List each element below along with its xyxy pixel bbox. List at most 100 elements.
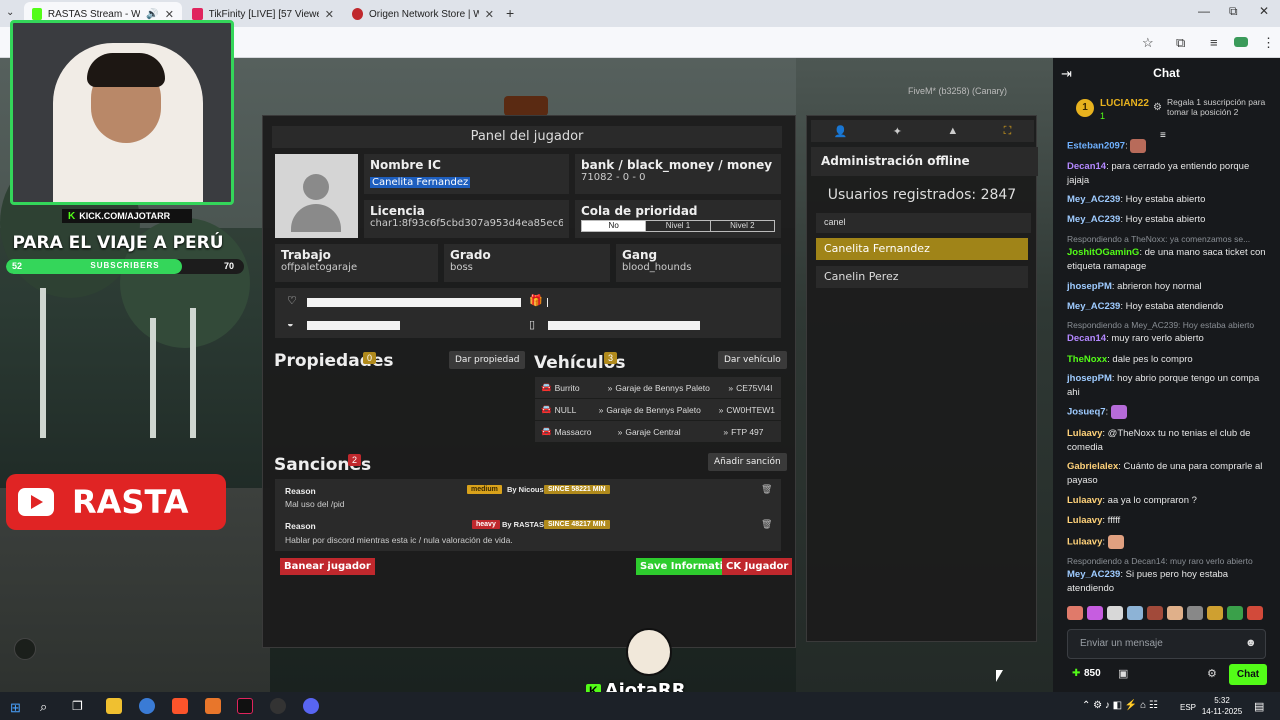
emote-icon[interactable] — [1107, 606, 1123, 620]
emote-icon[interactable] — [1167, 606, 1183, 620]
chat-username[interactable]: Lulaavy — [1067, 428, 1102, 439]
ck-player-button[interactable]: CK Jugador — [722, 558, 793, 575]
emote-icon[interactable] — [1187, 606, 1203, 620]
language-indicator[interactable]: ESP — [1180, 703, 1196, 712]
vehicle-row[interactable]: 🚘 NULL » Garaje de Bennys Paleto » CW0HTEW1 — [535, 399, 781, 420]
ban-player-button[interactable]: Banear jugador — [280, 558, 375, 575]
extensions-icon[interactable]: ⧉ — [1176, 35, 1185, 51]
notifications-icon[interactable]: ▤ — [1254, 700, 1264, 713]
user-search-input[interactable]: canel — [816, 213, 1031, 233]
wand-icon[interactable]: ✦ — [893, 125, 902, 138]
app-a-icon[interactable] — [205, 698, 221, 714]
reading-list-icon[interactable]: ≡ — [1210, 35, 1218, 50]
chat-username[interactable]: Esteban2097 — [1067, 141, 1125, 152]
chat-username[interactable]: Josueq7 — [1067, 407, 1106, 418]
store-icon[interactable]: ▣ — [1118, 667, 1128, 680]
emote-icon[interactable] — [1227, 606, 1243, 620]
chat-username[interactable]: Lulaavy — [1067, 537, 1102, 548]
leaderboard-rank-badge: 1 — [1076, 99, 1094, 117]
gift-sub-promo[interactable]: Regala 1 suscripción para tomar la posic… — [1167, 97, 1271, 117]
admin-tabs: 👤 ✦ ▲ ⛶ — [811, 120, 1034, 142]
close-icon[interactable]: ✕ — [165, 8, 174, 21]
user-row-selected[interactable]: Canelita Fernandez — [816, 238, 1028, 260]
add-sancion-button[interactable]: Añadir sanción — [708, 453, 787, 471]
menu-icon[interactable]: ⋮ — [1262, 35, 1275, 51]
profile-icon[interactable] — [1234, 37, 1248, 47]
emoji-picker-icon[interactable]: ☻ — [1245, 637, 1257, 649]
chat-username[interactable]: Mey_AC239 — [1067, 569, 1120, 580]
task-view-icon[interactable]: ❐ — [72, 699, 83, 713]
dar-vehiculo-button[interactable]: Dar vehículo — [718, 351, 787, 369]
thirst-bar — [548, 321, 700, 330]
emote-icon[interactable] — [1247, 606, 1263, 620]
warning-icon[interactable]: ▲ — [947, 125, 958, 137]
chat-username[interactable]: Lulaavy — [1067, 495, 1102, 506]
minimize-button[interactable]: — — [1198, 4, 1210, 18]
chat-message: Decan14: para cerrado ya entiendo porque… — [1067, 160, 1267, 187]
chat-username[interactable]: TheNoxx — [1067, 354, 1107, 365]
emote-icon[interactable] — [1067, 606, 1083, 620]
new-tab-button[interactable]: + — [506, 5, 514, 21]
file-explorer-icon[interactable] — [106, 698, 122, 714]
priority-option-nivel1[interactable]: Nivel 1 — [645, 221, 710, 231]
bookmark-star-icon[interactable]: ☆ — [1142, 35, 1154, 51]
tray-icons[interactable]: ⌃ ⚙ ♪ ◧ ⚡ ⌂ ☷ — [1082, 700, 1158, 711]
scan-icon[interactable]: ⛶ — [1004, 125, 1012, 138]
nombre-value[interactable]: Canelita Fernandez — [370, 177, 471, 188]
tab-origen-store[interactable]: Origen Network Store | Welcom ✕ — [344, 2, 502, 26]
chat-username[interactable]: Decan14 — [1067, 161, 1106, 172]
severity-tag-medium: medium — [467, 485, 502, 494]
clock[interactable]: 5:32 14-11-2025 — [1200, 695, 1244, 717]
chevrons-icon: » — [728, 382, 734, 393]
sanction-author: By RASTAS — [502, 520, 544, 529]
emote-icon[interactable] — [1147, 606, 1163, 620]
money-card: bank / black_money / money 71082 - 0 - 0 — [575, 154, 781, 194]
send-chat-button[interactable]: Chat — [1229, 664, 1267, 685]
trash-icon[interactable]: 🗑 — [761, 519, 772, 530]
chat-text: Hoy estaba abierto — [1125, 214, 1206, 225]
vehicle-row[interactable]: 🚘 Massacro » Garaje Central » FTP 497 — [535, 421, 781, 442]
chat-username[interactable]: jhosepPM — [1067, 373, 1112, 384]
discord-icon[interactable] — [303, 698, 319, 714]
chat-input[interactable]: Enviar un mensaje — [1067, 629, 1266, 659]
chat-message: Gabrielalex: Cuánto de una para comprarl… — [1067, 460, 1267, 487]
close-icon[interactable]: ✕ — [325, 8, 334, 21]
obs-icon[interactable] — [270, 698, 286, 714]
chrome-icon[interactable] — [139, 698, 155, 714]
user-row[interactable]: Canelin Perez — [816, 266, 1028, 288]
emote-icon[interactable] — [1127, 606, 1143, 620]
armor-bar — [547, 298, 548, 307]
chat-username[interactable]: JoshitOGaminG — [1067, 247, 1139, 258]
chat-settings-icon[interactable]: ⚙ — [1207, 667, 1217, 680]
user-gear-icon[interactable]: 👤 — [834, 125, 848, 138]
chat-username[interactable]: jhosepPM — [1067, 281, 1112, 292]
priority-option-no[interactable]: No — [582, 221, 646, 231]
dar-propiedad-button[interactable]: Dar propiedad — [449, 351, 526, 369]
chat-text: dale pes lo compro — [1112, 354, 1193, 365]
close-window-button[interactable]: ✕ — [1259, 4, 1269, 18]
maximize-button[interactable]: ⧉ — [1229, 4, 1238, 19]
leaderboard-count: 1 — [1100, 111, 1106, 121]
emote-icon[interactable] — [1207, 606, 1223, 620]
tiktok-icon[interactable] — [237, 698, 253, 714]
origen-favicon-icon — [352, 8, 363, 20]
chat-username[interactable]: Mey_AC239 — [1067, 214, 1120, 225]
channel-points[interactable]: 850 — [1084, 668, 1101, 679]
brave-icon[interactable] — [172, 698, 188, 714]
close-icon[interactable]: ✕ — [485, 8, 494, 21]
search-icon[interactable]: ⌕ — [40, 699, 47, 715]
windows-start-icon[interactable]: ⊞ — [10, 700, 21, 716]
emote-icon[interactable] — [1087, 606, 1103, 620]
goal-label: SUBSCRIBERS — [90, 261, 160, 270]
chat-username[interactable]: Lulaavy — [1067, 515, 1102, 526]
hunger-bar — [307, 321, 400, 330]
trabajo-card: Trabajo offpaletogaraje — [275, 244, 438, 282]
chat-username[interactable]: Gabrielalex — [1067, 461, 1118, 472]
vehicle-row[interactable]: 🚘 Burrito » Garaje de Bennys Paleto » CE75V… — [535, 377, 781, 398]
chat-username[interactable]: Mey_AC239 — [1067, 301, 1120, 312]
trash-icon[interactable]: 🗑 — [761, 484, 772, 495]
priority-option-nivel2[interactable]: Nivel 2 — [709, 221, 774, 231]
tab-search-icon[interactable]: ⌄ — [6, 7, 14, 18]
chat-username[interactable]: Mey_AC239 — [1067, 194, 1120, 205]
chat-username[interactable]: Decan14 — [1067, 333, 1106, 344]
